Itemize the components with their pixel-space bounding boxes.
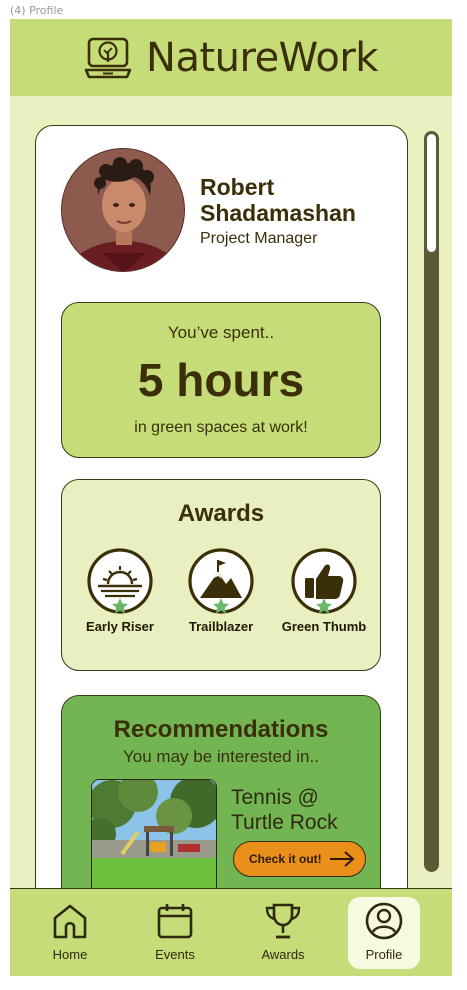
user-role: Project Manager — [200, 230, 318, 247]
nav-label-profile: Profile — [365, 947, 403, 962]
nav-item-events[interactable]: Events — [139, 897, 211, 969]
award-green-thumb[interactable]: Green Thumb — [269, 548, 379, 634]
user-name: Robert Shadamashan — [200, 174, 356, 226]
app-header: NatureWork — [10, 19, 452, 96]
avatar — [61, 148, 185, 272]
awards-card: Awards Early Riser Trailblazer Green Thu… — [61, 479, 381, 671]
event-photo[interactable] — [91, 779, 217, 899]
frame-label: (4) Profile — [10, 4, 64, 17]
trophy-icon — [265, 903, 301, 939]
bottom-nav: Home Events Awards Profile — [10, 888, 452, 976]
award-label: Green Thumb — [281, 619, 367, 634]
arrow-right-icon — [330, 851, 355, 867]
award-trailblazer[interactable]: Trailblazer — [166, 548, 276, 634]
nav-item-awards[interactable]: Awards — [247, 897, 319, 969]
calendar-icon — [157, 904, 193, 939]
check-it-out-button[interactable]: Check it out! — [233, 841, 366, 877]
nav-label-home: Home — [52, 947, 88, 962]
stat-intro-text: You’ve spent.. — [167, 323, 275, 342]
award-label: Trailblazer — [188, 619, 254, 634]
user-icon — [365, 902, 403, 940]
app-screen: NatureWork Robert Shadamashan Project Ma… — [10, 19, 452, 976]
recommendations-title: Recommendations — [113, 716, 329, 743]
award-label: Early Riser — [86, 619, 154, 634]
scrollbar[interactable] — [424, 131, 439, 872]
nav-item-home[interactable]: Home — [34, 897, 106, 969]
event-title: Tennis @ Turtle Rock — [231, 786, 338, 834]
mountain-flag-icon — [188, 548, 254, 614]
home-icon — [53, 904, 87, 939]
nav-item-profile[interactable]: Profile — [348, 897, 420, 969]
nav-label-awards: Awards — [261, 947, 305, 962]
stat-hours-value: 5 hours — [137, 354, 305, 406]
sunrise-icon — [87, 548, 153, 614]
stat-description: in green spaces at work! — [134, 419, 308, 436]
thumbs-up-icon — [291, 548, 357, 614]
green-time-stat-card: You’ve spent.. 5 hours in green spaces a… — [61, 302, 381, 458]
check-it-out-label: Check it out! — [249, 852, 322, 866]
profile-card: Robert Shadamashan Project Manager You’v… — [35, 125, 408, 925]
recommendations-subtitle: You may be interested in.. — [123, 747, 319, 766]
app-title: NatureWork — [146, 34, 378, 81]
awards-title: Awards — [177, 500, 265, 527]
laptop-tree-icon — [84, 37, 132, 78]
nav-label-events: Events — [155, 947, 195, 962]
award-early-riser[interactable]: Early Riser — [65, 548, 175, 634]
scrollbar-thumb[interactable] — [427, 134, 436, 252]
